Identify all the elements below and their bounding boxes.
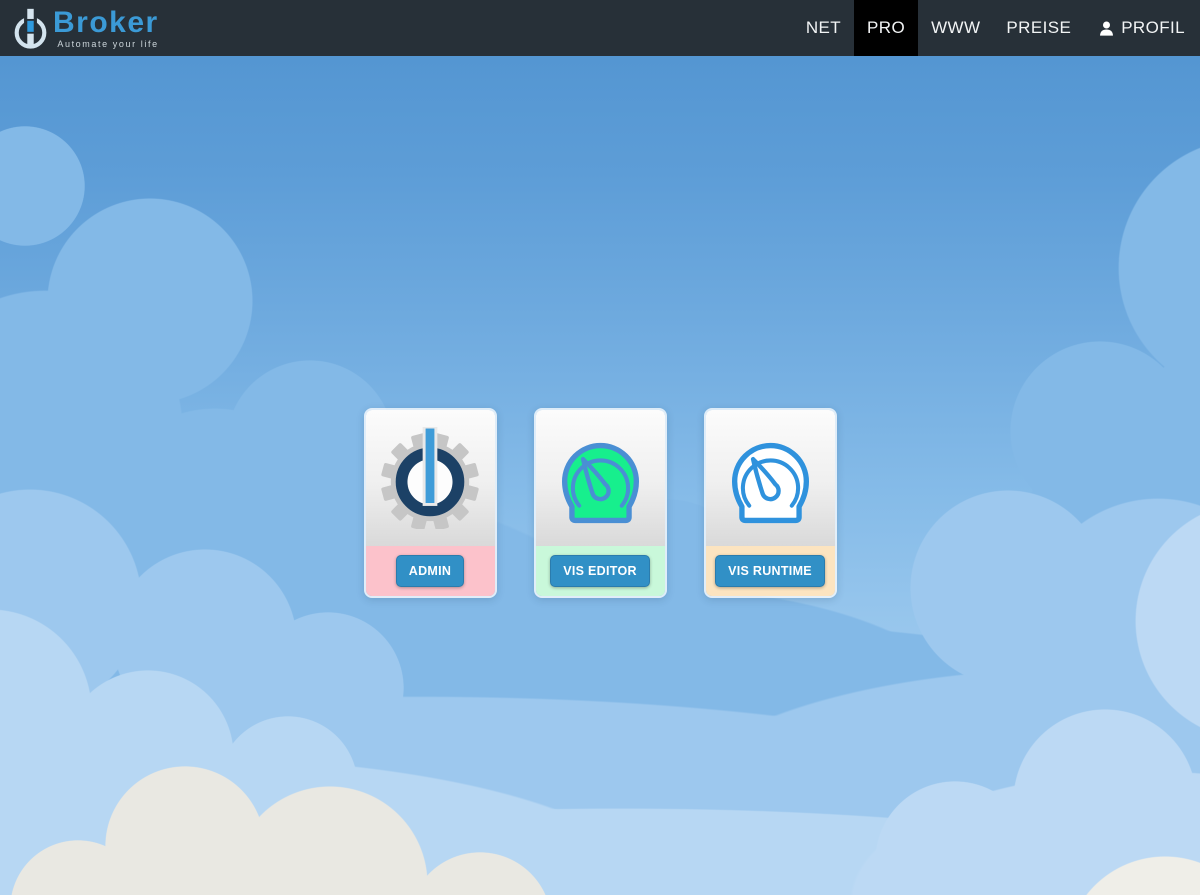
logo-text: Broker Automate your life bbox=[53, 3, 159, 50]
card-vis-runtime-icon-area bbox=[705, 410, 835, 546]
person-icon bbox=[1100, 21, 1114, 36]
app-cards: ADMIN VIS EDITOR VIS RUNTIME bbox=[0, 408, 1200, 598]
card-vis-editor[interactable]: VIS EDITOR bbox=[533, 408, 667, 598]
nav-item-profil-label: PROFIL bbox=[1121, 18, 1185, 37]
card-admin-accent-band: ADMIN bbox=[365, 546, 495, 596]
card-vis-editor-accent-band: VIS EDITOR bbox=[535, 546, 665, 596]
main-nav: NET PRO WWW PREISE PROFIL bbox=[793, 0, 1200, 56]
iobroker-logo[interactable]: Broker Automate your life bbox=[0, 3, 159, 53]
nav-item-www[interactable]: WWW bbox=[918, 0, 993, 56]
admin-button[interactable]: ADMIN bbox=[395, 555, 465, 587]
nav-item-net[interactable]: NET bbox=[793, 0, 854, 56]
iobroker-admin-gear-icon bbox=[381, 427, 479, 529]
card-vis-runtime[interactable]: VIS RUNTIME bbox=[703, 408, 837, 598]
card-vis-runtime-accent-band: VIS RUNTIME bbox=[705, 546, 835, 596]
nav-item-preise[interactable]: PREISE bbox=[993, 0, 1084, 56]
nav-item-profil[interactable]: PROFIL bbox=[1084, 0, 1198, 56]
vis-editor-button[interactable]: VIS EDITOR bbox=[550, 555, 650, 587]
brand-tagline: Automate your life bbox=[57, 39, 159, 49]
gauge-outline-blue-icon bbox=[731, 442, 809, 523]
vis-runtime-button[interactable]: VIS RUNTIME bbox=[715, 555, 825, 587]
iobroker-logo-icon bbox=[14, 8, 47, 49]
card-admin[interactable]: ADMIN bbox=[363, 408, 497, 598]
card-admin-icon-area bbox=[365, 410, 495, 546]
card-vis-editor-icon-area bbox=[535, 410, 665, 546]
cloud-sky-background: ADMIN VIS EDITOR VIS RUNTIME bbox=[0, 56, 1200, 895]
gauge-filled-green-icon bbox=[561, 442, 639, 523]
top-nav-bar: Broker Automate your life NET PRO WWW PR… bbox=[0, 0, 1200, 56]
brand-name: Broker bbox=[53, 6, 159, 39]
nav-item-pro[interactable]: PRO bbox=[854, 0, 919, 56]
